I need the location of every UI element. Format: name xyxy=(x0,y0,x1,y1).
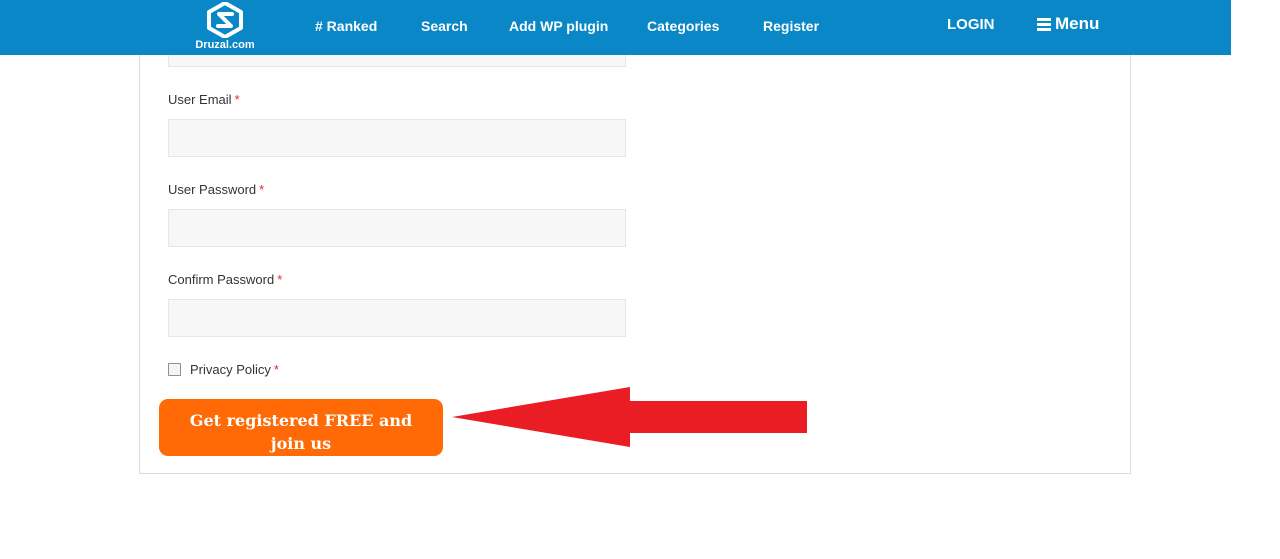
nav-search[interactable]: Search xyxy=(421,18,468,34)
nav-add-wp-plugin[interactable]: Add WP plugin xyxy=(509,18,608,34)
password-field[interactable] xyxy=(168,209,626,247)
required-marker: * xyxy=(259,182,265,197)
site-logo[interactable]: Druzal.com xyxy=(190,2,260,52)
confirm-password-field[interactable] xyxy=(168,299,626,337)
nav-categories[interactable]: Categories xyxy=(647,18,719,34)
menu-button[interactable]: Menu xyxy=(1037,14,1100,33)
email-label-text: User Email xyxy=(168,92,232,107)
nav-register[interactable]: Register xyxy=(763,18,819,34)
register-submit-button[interactable]: Get registered FREE and join us xyxy=(159,399,443,456)
previous-input-field[interactable] xyxy=(168,55,626,67)
page: Druzal.com # Ranked Search Add WP plugin… xyxy=(0,0,1280,559)
password-label-text: User Password xyxy=(168,182,257,197)
menu-label: Menu xyxy=(1055,14,1100,33)
brand-name: Druzal.com xyxy=(195,39,255,51)
nav-ranked[interactable]: # Ranked xyxy=(315,18,377,34)
top-navigation-bar: Druzal.com # Ranked Search Add WP plugin… xyxy=(0,0,1231,55)
privacy-policy-checkbox[interactable] xyxy=(168,363,181,376)
password-label: User Password * xyxy=(168,182,264,197)
hamburger-icon xyxy=(1037,18,1051,31)
email-label: User Email * xyxy=(168,92,240,107)
druzal-logo-icon xyxy=(207,2,243,38)
confirm-password-label: Confirm Password * xyxy=(168,272,282,287)
required-marker: * xyxy=(234,92,240,107)
red-arrow-annotation-icon xyxy=(452,387,807,447)
required-marker: * xyxy=(277,272,283,287)
privacy-policy-label-text: Privacy Policy xyxy=(190,362,271,377)
login-link[interactable]: LOGIN xyxy=(947,17,995,33)
email-field[interactable] xyxy=(168,119,626,157)
confirm-password-label-text: Confirm Password xyxy=(168,272,275,287)
required-marker: * xyxy=(273,362,279,377)
privacy-policy-label[interactable]: Privacy Policy * xyxy=(190,362,279,377)
